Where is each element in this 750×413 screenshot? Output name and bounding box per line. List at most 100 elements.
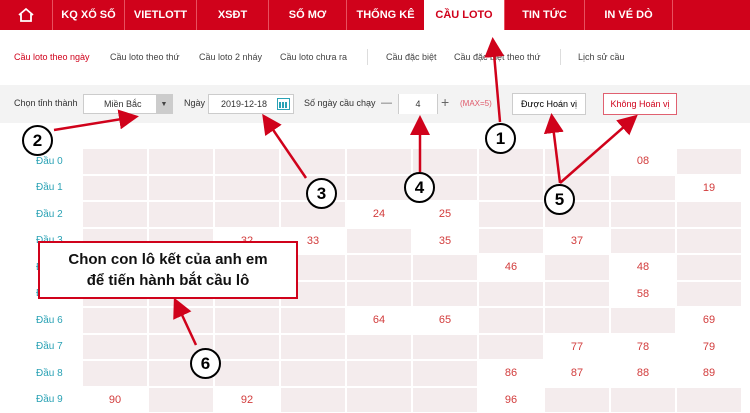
grid-cell[interactable]: 24: [346, 201, 412, 228]
grid-cell[interactable]: [82, 201, 148, 228]
grid-cell[interactable]: 35: [412, 227, 478, 254]
grid-cell[interactable]: [214, 307, 280, 334]
grid-cell[interactable]: 64: [346, 307, 412, 334]
nav-vietlott[interactable]: VIETLOTT: [124, 0, 196, 30]
grid-cell[interactable]: [478, 201, 544, 228]
grid-cell[interactable]: [148, 307, 214, 334]
grid-cell[interactable]: [478, 333, 544, 360]
subnav-cau-loto-chua-ra[interactable]: Cầu loto chưa ra: [280, 52, 347, 62]
grid-cell[interactable]: [148, 386, 214, 413]
khong-hoan-vi-button[interactable]: Không Hoán vị: [603, 93, 677, 115]
grid-cell[interactable]: [412, 254, 478, 281]
grid-cell[interactable]: [412, 148, 478, 175]
grid-cell[interactable]: [214, 174, 280, 201]
province-select[interactable]: Miền Bắc ▼: [83, 94, 173, 114]
grid-cell[interactable]: [544, 280, 610, 307]
grid-cell[interactable]: 48: [610, 254, 676, 281]
grid-cell[interactable]: [676, 148, 742, 175]
grid-cell[interactable]: [280, 360, 346, 387]
calendar-icon[interactable]: [277, 98, 290, 110]
nav-thong-ke[interactable]: THỐNG KÊ: [346, 0, 424, 30]
grid-cell[interactable]: [346, 360, 412, 387]
grid-cell[interactable]: [346, 227, 412, 254]
nav-tin-tuc[interactable]: TIN TỨC: [504, 0, 584, 30]
grid-cell[interactable]: [346, 254, 412, 281]
grid-cell[interactable]: 25: [412, 201, 478, 228]
grid-cell[interactable]: [478, 174, 544, 201]
grid-cell[interactable]: [610, 201, 676, 228]
grid-cell[interactable]: [478, 227, 544, 254]
grid-cell[interactable]: [478, 148, 544, 175]
grid-cell[interactable]: [346, 174, 412, 201]
grid-cell[interactable]: [676, 254, 742, 281]
grid-cell[interactable]: [676, 386, 742, 413]
subnav-cau-dac-biet-theo-thu[interactable]: Cầu đặc biệt theo thứ: [454, 52, 541, 62]
nav-so-mo[interactable]: SỐ MƠ: [268, 0, 346, 30]
subnav-cau-loto-theo-thu[interactable]: Cầu loto theo thứ: [110, 52, 180, 62]
grid-cell[interactable]: [676, 201, 742, 228]
grid-cell[interactable]: [82, 174, 148, 201]
grid-cell[interactable]: 92: [214, 386, 280, 413]
subnav-lich-su-cau[interactable]: Lịch sử cầu: [578, 52, 625, 62]
grid-cell[interactable]: [214, 360, 280, 387]
home-icon[interactable]: [0, 0, 52, 30]
grid-cell[interactable]: 65: [412, 307, 478, 334]
grid-cell[interactable]: [346, 333, 412, 360]
grid-cell[interactable]: [544, 386, 610, 413]
nav-kq-xo-so[interactable]: KQ XỔ SỐ: [52, 0, 124, 30]
nav-cau-loto[interactable]: CẦU LOTO: [424, 0, 504, 30]
grid-cell[interactable]: 08: [610, 148, 676, 175]
grid-cell[interactable]: [148, 174, 214, 201]
grid-cell[interactable]: 46: [478, 254, 544, 281]
grid-cell[interactable]: [412, 360, 478, 387]
grid-cell[interactable]: [346, 148, 412, 175]
grid-cell[interactable]: [478, 280, 544, 307]
grid-cell[interactable]: [412, 386, 478, 413]
grid-cell[interactable]: [544, 148, 610, 175]
grid-cell[interactable]: [544, 307, 610, 334]
grid-cell[interactable]: [214, 148, 280, 175]
grid-cell[interactable]: 19: [676, 174, 742, 201]
plus-button[interactable]: +: [441, 94, 449, 110]
grid-cell[interactable]: 37: [544, 227, 610, 254]
grid-cell[interactable]: [280, 148, 346, 175]
grid-cell[interactable]: 69: [676, 307, 742, 334]
grid-cell[interactable]: 88: [610, 360, 676, 387]
grid-cell[interactable]: [280, 307, 346, 334]
grid-cell[interactable]: [148, 201, 214, 228]
grid-cell[interactable]: 96: [478, 386, 544, 413]
grid-cell[interactable]: [82, 360, 148, 387]
subnav-cau-dac-biet[interactable]: Cầu đặc biệt: [386, 52, 437, 62]
grid-cell[interactable]: 58: [610, 280, 676, 307]
subnav-cau-loto-theo-ngay[interactable]: Cầu loto theo ngày: [14, 52, 90, 62]
grid-cell[interactable]: [82, 148, 148, 175]
grid-cell[interactable]: 86: [478, 360, 544, 387]
grid-cell[interactable]: [346, 280, 412, 307]
grid-cell[interactable]: [478, 307, 544, 334]
subnav-cau-loto-2-nhay[interactable]: Cầu loto 2 nháy: [199, 52, 262, 62]
grid-cell[interactable]: [676, 227, 742, 254]
minus-button[interactable]: —: [381, 97, 392, 109]
grid-cell[interactable]: [214, 201, 280, 228]
grid-cell[interactable]: [610, 386, 676, 413]
grid-cell[interactable]: [82, 333, 148, 360]
grid-cell[interactable]: [412, 333, 478, 360]
nav-xsdt[interactable]: XSĐT: [196, 0, 268, 30]
grid-cell[interactable]: [610, 174, 676, 201]
grid-cell[interactable]: [148, 148, 214, 175]
grid-cell[interactable]: [214, 333, 280, 360]
grid-cell[interactable]: 89: [676, 360, 742, 387]
grid-cell[interactable]: 90: [82, 386, 148, 413]
grid-cell[interactable]: [280, 333, 346, 360]
grid-cell[interactable]: [412, 280, 478, 307]
nav-in-ve-do[interactable]: IN VÉ DÒ: [584, 0, 672, 30]
hoan-vi-button[interactable]: Được Hoán vị: [512, 93, 586, 115]
grid-cell[interactable]: [346, 386, 412, 413]
grid-cell[interactable]: [280, 386, 346, 413]
days-stepper[interactable]: 4: [398, 94, 438, 114]
grid-cell[interactable]: [544, 254, 610, 281]
grid-cell[interactable]: 78: [610, 333, 676, 360]
grid-cell[interactable]: 87: [544, 360, 610, 387]
grid-cell[interactable]: 79: [676, 333, 742, 360]
grid-cell[interactable]: [610, 307, 676, 334]
